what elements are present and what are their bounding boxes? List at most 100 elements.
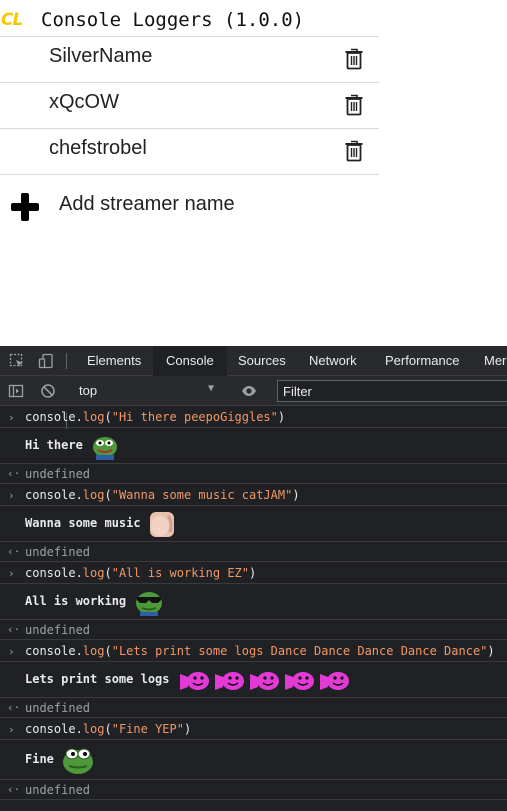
console-toolbar: top ▼ (0, 376, 507, 429)
device-toolbar-icon[interactable] (38, 353, 54, 369)
extension-popup: CL Console Loggers (1.0.0) SilverName xQ… (0, 0, 380, 240)
code-method: log (82, 644, 105, 658)
result-value: undefined (25, 545, 91, 559)
filter-input[interactable] (278, 381, 507, 401)
tab-elements[interactable]: Elements (87, 346, 141, 376)
code-paren: ( (104, 566, 112, 580)
console-result: ‹· undefined (0, 620, 507, 640)
streamer-list: SilverName xQcOW chefstrobel (0, 36, 379, 175)
trash-icon[interactable] (344, 48, 364, 70)
popup-header: CL Console Loggers (1.0.0) (0, 8, 380, 36)
console-log-area: › console.log("Hi there peepoGiggles") H… (0, 406, 507, 800)
code-prefix: console. (25, 722, 83, 736)
code-string: "Fine YEP" (111, 722, 184, 736)
code-paren: ( (104, 722, 112, 736)
command-code: console.log("All is working EZ") (25, 566, 256, 580)
result-value: undefined (25, 701, 91, 715)
console-command: › console.log("Hi there peepoGiggles") (0, 406, 507, 428)
console-result: ‹· undefined (0, 698, 507, 718)
devtools-tabbar: Elements Console Sources Network Perform… (0, 346, 507, 376)
code-method: log (82, 488, 105, 502)
result-value: undefined (25, 467, 91, 481)
result-arrow-icon: ‹· (7, 467, 21, 480)
console-result: ‹· undefined (0, 780, 507, 800)
console-command: › console.log("All is working EZ") (0, 562, 507, 584)
prompt-chevron-icon: › (8, 411, 15, 424)
context-select[interactable]: top (73, 376, 223, 406)
log-message: Fine (25, 752, 54, 766)
code-paren: ( (104, 410, 112, 424)
add-streamer-label: Add streamer name (59, 193, 235, 215)
code-string: "All is working EZ" (111, 566, 249, 580)
code-string: "Hi there peepoGiggles" (111, 410, 278, 424)
code-paren: ) (487, 644, 495, 658)
tab-network[interactable]: Network (309, 346, 357, 376)
console-output: Fine (0, 740, 507, 780)
logo: CL (1, 10, 23, 30)
result-arrow-icon: ‹· (7, 545, 21, 558)
streamer-row: xQcOW (0, 83, 379, 129)
streamer-name: chefstrobel (49, 137, 147, 159)
prompt-chevron-icon: › (8, 567, 15, 580)
clear-console-icon[interactable] (40, 383, 56, 399)
live-expression-eye-icon[interactable] (241, 383, 257, 399)
command-code: console.log("Fine YEP") (25, 722, 191, 736)
cat-jam-emote-icon (150, 512, 174, 537)
command-code: console.log("Wanna some music catJAM") (25, 488, 300, 502)
plus-icon (11, 193, 39, 221)
code-prefix: console. (25, 488, 83, 502)
code-paren: ( (104, 488, 112, 502)
code-string: "Lets print some logs Dance Dance Dance … (111, 644, 488, 658)
code-paren: ) (183, 722, 192, 736)
tab-performance[interactable]: Performance (385, 346, 459, 376)
dance-emote-row (178, 670, 353, 690)
streamer-name: xQcOW (49, 91, 119, 113)
trash-icon[interactable] (344, 140, 364, 162)
popup-title: Console Loggers (1.0.0) (41, 9, 305, 31)
log-message: Hi there (25, 438, 83, 452)
console-command: › console.log("Wanna some music catJAM") (0, 484, 507, 506)
streamer-row: SilverName (0, 37, 379, 83)
peepo-giggles-emote-icon (93, 437, 117, 460)
streamer-row: chefstrobel (0, 129, 379, 175)
ez-emote-icon (136, 592, 162, 616)
sidebar-toggle-icon[interactable] (8, 383, 24, 399)
code-prefix: console. (25, 644, 83, 658)
log-message: Wanna some music (25, 516, 141, 530)
streamer-name: SilverName (49, 45, 153, 67)
dance-emote-icon (250, 672, 279, 690)
prompt-chevron-icon: › (8, 489, 15, 502)
code-paren: ) (277, 410, 286, 424)
dance-emote-icon (320, 672, 349, 690)
result-value: undefined (25, 623, 91, 637)
inspect-element-icon[interactable] (9, 353, 25, 369)
filter-box (277, 380, 507, 402)
console-result: ‹· undefined (0, 542, 507, 562)
context-value: top (79, 383, 98, 398)
console-output: Lets print some logs (0, 662, 507, 698)
prompt-chevron-icon: › (8, 723, 15, 736)
code-paren: ) (292, 488, 300, 502)
log-message: All is working (25, 594, 127, 608)
tab-memory[interactable]: Mer (484, 346, 506, 376)
code-method: log (82, 566, 105, 580)
code-paren: ( (104, 644, 112, 658)
console-command: › console.log("Fine YEP") (0, 718, 507, 740)
chevron-down-icon: ▼ (208, 383, 215, 394)
result-value: undefined (25, 783, 91, 797)
result-arrow-icon: ‹· (7, 783, 21, 796)
code-paren: ) (249, 566, 257, 580)
dance-emote-icon (285, 672, 314, 690)
add-streamer-button[interactable]: Add streamer name (0, 182, 379, 226)
code-prefix: console. (25, 410, 83, 424)
code-method: log (82, 410, 105, 424)
result-arrow-icon: ‹· (7, 623, 21, 636)
dance-emote-icon (215, 672, 244, 690)
tab-sources[interactable]: Sources (238, 346, 286, 376)
code-method: log (82, 722, 105, 736)
console-output: All is working (0, 584, 507, 620)
trash-icon[interactable] (344, 94, 364, 116)
prompt-chevron-icon: › (8, 645, 15, 658)
tab-console[interactable]: Console (153, 346, 227, 376)
dance-emote-icon (180, 672, 209, 690)
